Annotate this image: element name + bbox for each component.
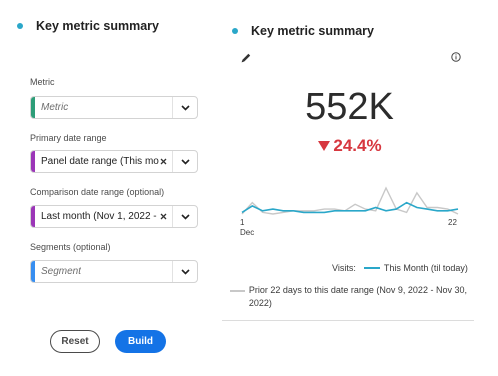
chevron-down-icon[interactable] xyxy=(173,261,197,282)
status-dot-icon xyxy=(232,28,238,34)
change-value: 24.4% xyxy=(333,136,382,155)
segments-placeholder: Segment xyxy=(41,266,82,277)
builder-header: Key metric summary xyxy=(17,19,159,33)
build-button[interactable]: Build xyxy=(115,330,166,353)
primary-date-field[interactable]: Panel date range (This mon... xyxy=(30,150,198,173)
comparison-date-field[interactable]: Last month (Nov 1, 2022 - N... xyxy=(30,205,198,228)
legend-swatch-prior xyxy=(230,290,245,292)
divider xyxy=(222,320,474,321)
clear-icon[interactable] xyxy=(157,206,169,227)
clear-icon[interactable] xyxy=(157,151,169,172)
comparison-date-value: Last month (Nov 1, 2022 - N... xyxy=(41,211,159,222)
metric-field[interactable]: Metric xyxy=(30,96,198,119)
summary-header: Key metric summary xyxy=(232,24,374,38)
comparison-date-accent xyxy=(31,206,35,227)
legend-label-current: This Month (til today) xyxy=(383,263,468,273)
metric-label: Metric xyxy=(30,77,55,87)
pencil-icon[interactable] xyxy=(239,51,253,65)
chevron-down-icon[interactable] xyxy=(173,151,197,172)
down-triangle-icon xyxy=(318,141,331,151)
legend-current: Visits: This Month (til today) xyxy=(332,263,468,273)
chevron-down-icon[interactable] xyxy=(173,206,197,227)
legend-label-prior: Prior 22 days to this date range (Nov 9,… xyxy=(248,285,467,308)
x-tick-end: 22 xyxy=(448,218,457,227)
status-dot-icon xyxy=(17,23,23,29)
metric-value: 552K xyxy=(305,86,394,128)
metric-placeholder: Metric xyxy=(41,102,69,113)
metric-accent xyxy=(31,97,35,118)
segments-field[interactable]: Segment xyxy=(30,260,198,283)
reset-button[interactable]: Reset xyxy=(50,330,100,353)
comparison-date-label: Comparison date range (optional) xyxy=(30,187,165,197)
primary-date-value: Panel date range (This mon... xyxy=(41,156,159,167)
segments-accent xyxy=(31,261,35,282)
builder-title: Key metric summary xyxy=(36,19,159,33)
legend-swatch-current xyxy=(363,267,380,269)
primary-date-label: Primary date range xyxy=(30,133,107,143)
summary-title: Key metric summary xyxy=(251,24,374,38)
builder-panel: Key metric summary Metric Metric Primary… xyxy=(0,0,220,376)
sparkline-chart xyxy=(241,186,459,215)
chevron-down-icon[interactable] xyxy=(173,97,197,118)
primary-date-accent xyxy=(31,151,35,172)
change-indicator: 24.4% xyxy=(222,136,477,156)
summary-panel: Key metric summary 552K 24.4% 1 Dec 22 V… xyxy=(222,0,498,376)
segments-label: Segments (optional) xyxy=(30,242,111,252)
x-tick-start: 1 xyxy=(240,218,245,227)
legend-prior: Prior 22 days to this date range (Nov 9,… xyxy=(230,284,475,310)
legend-prefix: Visits: xyxy=(332,263,356,273)
x-tick-start-month: Dec xyxy=(240,228,255,237)
info-icon[interactable] xyxy=(450,51,462,63)
